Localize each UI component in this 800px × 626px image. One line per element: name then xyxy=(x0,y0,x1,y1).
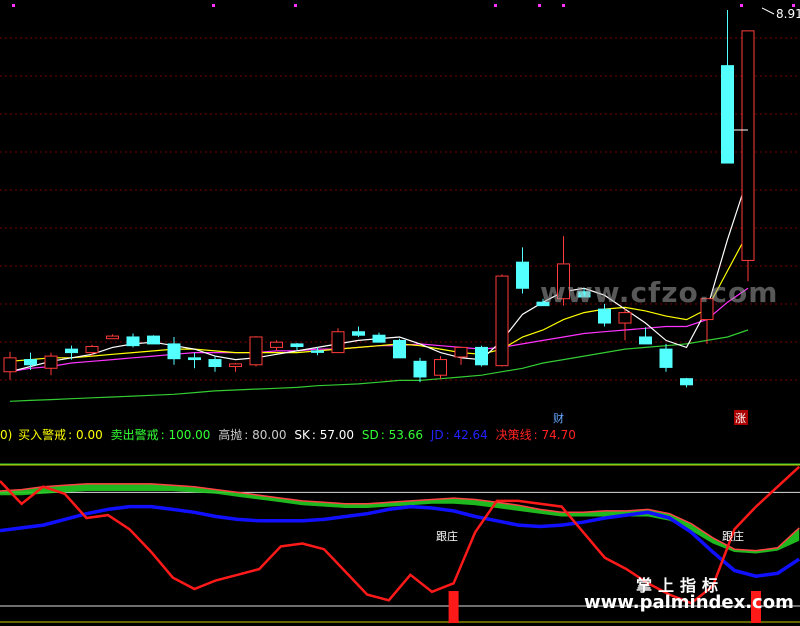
candle-body xyxy=(413,360,427,378)
candle-body xyxy=(208,359,222,368)
price-peak-label: 8.91 xyxy=(776,7,800,21)
top-marker-dot xyxy=(212,4,215,7)
legend-sell-alert: 卖出警戒: 100.00 xyxy=(110,428,211,442)
candle-body xyxy=(65,348,78,354)
candle-body xyxy=(393,339,406,359)
top-marker-dot xyxy=(12,4,15,7)
candle-body xyxy=(639,336,652,345)
candle-body xyxy=(721,65,734,164)
candle-body xyxy=(147,335,160,345)
legend-lead: 0) xyxy=(0,428,13,442)
candle-body xyxy=(3,357,17,373)
candle-body xyxy=(659,348,673,368)
stock-chart: 8.91 财 涨 跟庄 跟庄 xyxy=(0,4,800,623)
candle-body xyxy=(311,350,324,353)
candle-body xyxy=(270,341,283,348)
legend-decision: 决策线: 74.70 xyxy=(495,428,576,442)
candle-body xyxy=(434,359,447,376)
legend-sd: SD: 53.66 xyxy=(361,428,423,442)
signal-bar xyxy=(751,591,761,623)
indicator-legend: 0) 买入警戒: 0.00 卖出警戒: 100.00 高抛: 80.00 SK:… xyxy=(0,426,580,444)
candle-body xyxy=(536,301,550,307)
top-marker-dot xyxy=(494,4,497,7)
legend-buy-alert: 买入警戒: 0.00 xyxy=(18,428,103,442)
candle-body xyxy=(741,30,755,261)
candle-body xyxy=(516,261,529,289)
candle-body xyxy=(577,291,591,298)
candle-body xyxy=(85,346,99,354)
event-marker-rise: 涨 xyxy=(735,412,746,425)
price-peak-pointer xyxy=(761,7,775,15)
candle-body xyxy=(229,363,242,368)
candle-body xyxy=(167,343,181,360)
candle-body xyxy=(331,331,345,354)
candle-body xyxy=(598,308,611,324)
top-marker-dot xyxy=(740,4,743,7)
event-marker-finance: 财 xyxy=(553,411,564,425)
candle-body xyxy=(372,334,386,343)
ma20-line xyxy=(9,287,749,373)
candle-body xyxy=(352,331,365,336)
annotation-follow-2: 跟庄 xyxy=(722,529,744,543)
candle-body xyxy=(106,335,119,340)
top-marker-dot xyxy=(294,4,297,7)
candle-body xyxy=(44,355,58,369)
indicator-panel: 跟庄 跟庄 xyxy=(0,463,800,623)
candle-body xyxy=(24,359,37,366)
jd-line xyxy=(0,504,800,578)
candle-body xyxy=(290,343,304,348)
legend-sk: SK: 57.00 xyxy=(294,428,355,442)
candle-body xyxy=(249,336,263,366)
candle-body xyxy=(475,346,488,366)
sk-line xyxy=(0,483,800,552)
price-panel: 8.91 财 涨 xyxy=(0,4,800,425)
top-marker-dot xyxy=(562,4,565,7)
candle-body xyxy=(126,336,140,347)
candle-body xyxy=(495,275,509,367)
annotation-follow-1: 跟庄 xyxy=(436,529,458,543)
legend-jd: JD: 42.64 xyxy=(430,428,488,442)
legend-high-throw: 高抛: 80.00 xyxy=(218,428,287,442)
candle-body xyxy=(454,346,468,358)
signal-bar xyxy=(448,591,459,623)
candle-body xyxy=(680,378,693,386)
candle-body xyxy=(618,312,632,324)
candle-body xyxy=(188,357,201,361)
candle-body xyxy=(700,298,714,321)
candle-body xyxy=(557,263,570,300)
top-marker-dot xyxy=(538,4,541,7)
